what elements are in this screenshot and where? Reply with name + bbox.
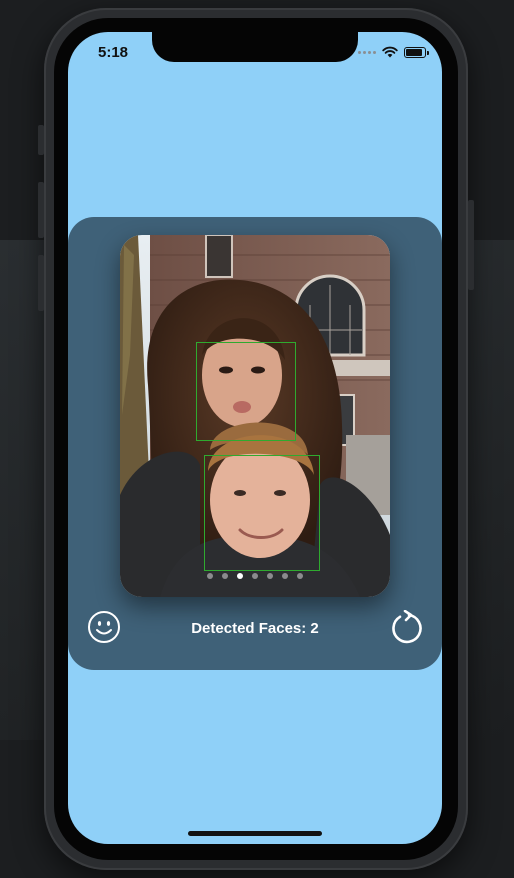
page-dot[interactable] <box>222 573 228 579</box>
power-button <box>468 200 474 290</box>
page-dot[interactable] <box>267 573 273 579</box>
page-dot[interactable] <box>237 573 243 579</box>
photo-carousel[interactable] <box>120 235 390 597</box>
detection-card: Detected Faces: 2 <box>68 217 442 670</box>
page-dot[interactable] <box>297 573 303 579</box>
detected-faces-label: Detected Faces: 2 <box>191 620 319 637</box>
home-indicator[interactable] <box>188 831 322 836</box>
mute-switch <box>38 125 44 155</box>
battery-icon <box>404 46 429 58</box>
cellular-signal-icon <box>358 50 376 54</box>
notch <box>152 32 358 62</box>
rotate-reset-icon[interactable] <box>388 610 424 646</box>
page-dot[interactable] <box>282 573 288 579</box>
face-box <box>196 342 296 441</box>
volume-down-button <box>38 255 44 311</box>
status-time: 5:18 <box>98 44 129 61</box>
status-icons <box>358 46 429 58</box>
page-indicator[interactable] <box>120 573 390 579</box>
wifi-icon <box>382 46 398 58</box>
page-dot[interactable] <box>252 573 258 579</box>
face-box <box>204 455 320 571</box>
volume-up-button <box>38 182 44 238</box>
app-screen: 5:18 Detected Faces: 2 <box>68 32 442 844</box>
page-dot[interactable] <box>207 573 213 579</box>
